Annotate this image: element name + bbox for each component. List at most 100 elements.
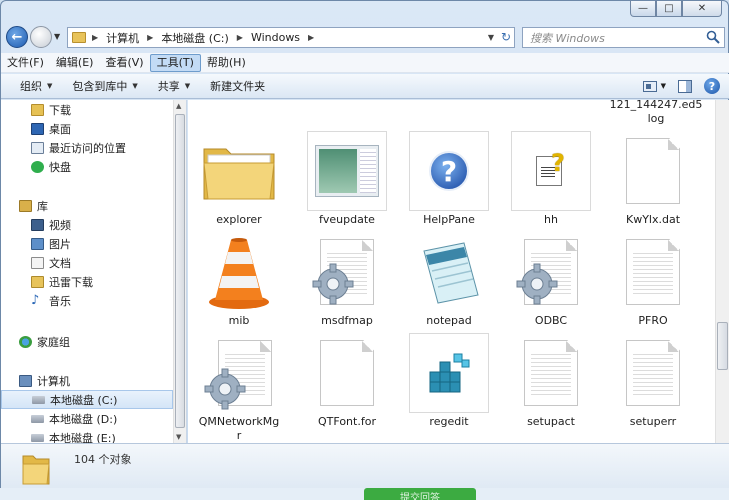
blank-document-icon <box>613 131 693 211</box>
file-item[interactable]: ? HelpPane <box>404 131 494 231</box>
command-bar: 组织 ▼ 包含到库中 ▼ 共享 ▼ 新建文件夹 ▼ ? <box>1 74 729 99</box>
scroll-down-icon[interactable]: ▼ <box>176 433 181 441</box>
nav-item-drive-e[interactable]: 本地磁盘 (E:) <box>1 428 173 443</box>
view-dropdown-icon[interactable]: ▼ <box>661 82 666 90</box>
file-name: setupact <box>527 415 575 428</box>
music-icon: ♪ <box>31 292 40 308</box>
kuaipan-icon <box>31 160 44 173</box>
nav-scroll-thumb[interactable] <box>175 114 185 428</box>
file-name: ODBC <box>534 314 568 327</box>
menu-tools[interactable]: 工具(T) <box>149 53 201 72</box>
config-file-icon <box>511 232 591 312</box>
documents-icon <box>31 256 44 269</box>
forward-button[interactable] <box>30 26 52 48</box>
nav-label: 本地磁盘 (C:) <box>50 393 118 407</box>
help-icon[interactable]: ? <box>704 78 720 94</box>
file-name: mib <box>228 314 250 327</box>
file-item[interactable]: mib <box>194 232 284 332</box>
file-item[interactable]: 121_144247.ed5 log <box>610 100 703 128</box>
breadcrumb-windows[interactable]: Windows <box>251 31 300 44</box>
view-controls: ▼ ? <box>642 78 720 94</box>
file-item[interactable]: regedit <box>404 333 494 433</box>
scroll-up-icon[interactable]: ▲ <box>176 102 181 110</box>
organize-label: 组织 <box>20 80 42 93</box>
nav-label: 快盘 <box>49 160 71 174</box>
nav-item-documents[interactable]: 文档 <box>1 253 173 272</box>
nav-item-drive-d[interactable]: 本地磁盘 (D:) <box>1 409 173 428</box>
back-arrow-icon: ← <box>11 29 23 45</box>
nav-item-pictures[interactable]: 图片 <box>1 234 173 253</box>
file-item[interactable]: KwYlx.dat <box>608 131 698 231</box>
menu-file[interactable]: 文件(F) <box>1 54 50 72</box>
notepad-icon <box>409 232 489 312</box>
nav-scrollbar[interactable]: ▲ ▼ <box>173 100 186 443</box>
change-view-icon[interactable] <box>642 80 657 92</box>
vlc-cone-icon <box>199 232 279 312</box>
menu-view[interactable]: 查看(V) <box>99 54 149 72</box>
background-submit-button[interactable]: 提交回答 <box>364 488 476 500</box>
file-item[interactable]: setuperr <box>608 333 698 433</box>
nav-item-recent[interactable]: 最近访问的位置 <box>1 138 173 157</box>
file-item[interactable]: msdfmap <box>302 232 392 332</box>
drive-icon <box>31 414 44 423</box>
file-item[interactable]: notepad <box>404 232 494 332</box>
nav-item-libraries[interactable]: 库 <box>1 196 173 215</box>
nav-item-videos[interactable]: 视频 <box>1 215 173 234</box>
chevron-right-icon[interactable]: ▶ <box>147 33 153 42</box>
include-in-library-button[interactable]: 包含到库中 ▼ <box>62 75 147 98</box>
menu-edit[interactable]: 编辑(E) <box>50 54 100 72</box>
search-icon[interactable] <box>706 30 720 44</box>
file-item[interactable]: PFRO <box>608 232 698 332</box>
maximize-button[interactable]: □ <box>656 1 682 17</box>
breadcrumb-computer[interactable]: 计算机 <box>106 30 139 46</box>
nav-item-downloads[interactable]: 下载 <box>1 100 173 119</box>
libraries-icon <box>19 199 32 212</box>
file-item[interactable]: ODBC <box>506 232 596 332</box>
back-button[interactable]: ← <box>6 26 28 48</box>
file-view-scroll-thumb[interactable] <box>717 322 728 370</box>
drive-icon <box>31 433 44 442</box>
menu-bar: 文件(F) 编辑(E) 查看(V) 工具(T) 帮助(H) <box>1 53 729 73</box>
file-name: explorer <box>216 213 262 226</box>
file-item[interactable]: QTFont.for <box>302 333 392 433</box>
close-button[interactable]: ✕ <box>682 1 722 17</box>
preview-pane-icon[interactable] <box>678 79 692 93</box>
blank-document-icon <box>307 333 387 413</box>
nav-item-homegroup[interactable]: 家庭组 <box>1 332 173 351</box>
fveupdate-thumbnail-icon <box>307 131 387 211</box>
file-name: msdfmap <box>321 314 373 327</box>
file-item[interactable]: fveupdate <box>302 131 392 231</box>
nav-item-music[interactable]: ♪ 音乐 <box>1 291 173 310</box>
menu-help[interactable]: 帮助(H) <box>201 54 252 72</box>
minimize-button[interactable]: — <box>630 1 656 17</box>
file-view-scrollbar[interactable] <box>715 100 729 443</box>
organize-button[interactable]: 组织 ▼ <box>1 75 62 98</box>
pictures-icon <box>31 237 44 250</box>
nav-item-drive-c[interactable]: 本地磁盘 (C:) <box>1 390 173 409</box>
nav-label: 家庭组 <box>37 335 70 349</box>
file-item[interactable]: explorer <box>194 131 284 231</box>
chevron-right-icon[interactable]: ▶ <box>308 33 314 42</box>
file-item[interactable]: setupact <box>506 333 596 433</box>
file-name: QTFont.for <box>318 415 376 428</box>
search-input[interactable]: 搜索 Windows <box>522 27 725 48</box>
nav-item-kuaipan[interactable]: 快盘 <box>1 157 173 176</box>
address-bar[interactable]: ▶ 计算机 ▶ 本地磁盘 (C:) ▶ Windows ▶ ▼ ↻ <box>67 27 515 48</box>
file-name: notepad <box>426 314 472 327</box>
help-document-icon: ? <box>511 131 591 211</box>
history-dropdown-icon[interactable]: ▼ <box>54 32 60 41</box>
nav-item-desktop[interactable]: 桌面 <box>1 119 173 138</box>
folder-icon <box>199 131 279 211</box>
chevron-right-icon[interactable]: ▶ <box>92 33 98 42</box>
refresh-icon[interactable]: ↻ <box>501 30 511 44</box>
nav-item-computer[interactable]: 计算机 <box>1 371 173 390</box>
share-button[interactable]: 共享 ▼ <box>148 75 200 98</box>
new-folder-button[interactable]: 新建文件夹 <box>200 75 275 98</box>
file-item[interactable]: ? hh <box>506 131 596 231</box>
breadcrumb-drive-c[interactable]: 本地磁盘 (C:) <box>161 30 228 46</box>
nav-label: 计算机 <box>37 374 70 388</box>
address-dropdown-icon[interactable]: ▼ <box>488 33 494 42</box>
chevron-right-icon[interactable]: ▶ <box>237 33 243 42</box>
file-item[interactable]: QMNetworkMg r <box>194 333 284 442</box>
nav-item-thunder[interactable]: 迅雷下载 <box>1 272 173 291</box>
